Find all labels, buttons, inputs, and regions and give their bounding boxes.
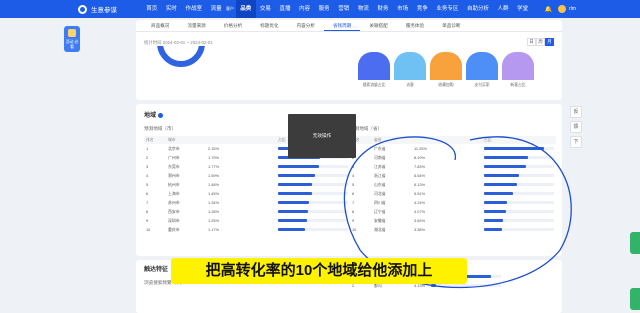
caption-subtitle: 把高转化率的10个地域给他添加上 [171, 258, 467, 284]
